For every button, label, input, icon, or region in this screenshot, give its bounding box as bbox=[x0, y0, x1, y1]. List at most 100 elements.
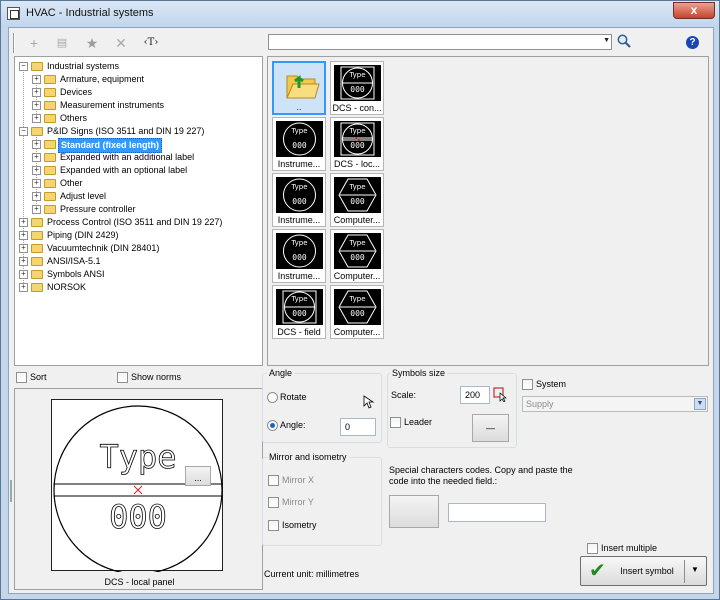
tree-item-label: Piping (DIN 2429) bbox=[47, 230, 119, 240]
search-icon[interactable] bbox=[616, 33, 632, 49]
system-checkbox[interactable] bbox=[522, 379, 533, 390]
expand-icon[interactable]: + bbox=[32, 114, 41, 123]
tree-item[interactable]: + Symbols ANSI bbox=[15, 268, 260, 281]
angle-label: Angle: bbox=[280, 420, 306, 430]
tree-item[interactable]: + Expanded with an optional label bbox=[15, 164, 260, 177]
scale-input[interactable]: 200 bbox=[460, 386, 490, 404]
mirror-x-checkbox[interactable] bbox=[268, 475, 279, 486]
close-button[interactable]: x bbox=[673, 2, 715, 19]
search-input[interactable] bbox=[269, 35, 597, 49]
system-select[interactable]: Supply ▼ bbox=[522, 396, 708, 412]
collapse-icon[interactable]: − bbox=[19, 62, 28, 71]
tree-item[interactable]: + Devices bbox=[15, 86, 260, 99]
tree-item[interactable]: − P&ID Signs (ISO 3511 and DIN 19 227) bbox=[15, 125, 260, 138]
folder-icon bbox=[44, 179, 56, 188]
collapse-icon[interactable]: − bbox=[19, 127, 28, 136]
chevron-down-icon[interactable]: ▼ bbox=[694, 398, 706, 410]
tree-item-label: NORSOK bbox=[47, 282, 87, 292]
symbol-cell[interactable]: Type 000 DCS - con... bbox=[330, 61, 384, 115]
expand-icon[interactable]: + bbox=[32, 101, 41, 110]
angle-radio[interactable] bbox=[267, 420, 278, 431]
tree-item[interactable]: + Process Control (ISO 3511 and DIN 19 22… bbox=[15, 216, 260, 229]
symbol-cell[interactable]: Type 000 Computer... bbox=[330, 173, 384, 227]
expand-icon[interactable]: + bbox=[32, 192, 41, 201]
symbol-cell[interactable]: Type 000 Instrume... bbox=[272, 229, 326, 283]
properties-button[interactable]: ▤ bbox=[51, 33, 73, 53]
symbol-caption: Computer... bbox=[333, 327, 381, 337]
angle-input[interactable]: 0 bbox=[340, 418, 376, 436]
insert-symbol-button[interactable]: ✔ Insert symbol ▼ bbox=[580, 556, 707, 586]
insert-symbol-label: Insert symbol bbox=[620, 566, 674, 576]
symbol-cell[interactable]: Type 000 DCS - loc... bbox=[330, 117, 384, 171]
leader-style-button[interactable]: — bbox=[472, 414, 509, 442]
expand-icon[interactable]: + bbox=[32, 88, 41, 97]
splitter-handle[interactable] bbox=[10, 480, 12, 502]
expand-icon[interactable]: + bbox=[19, 270, 28, 279]
tree-item[interactable]: + Armature, equipment bbox=[15, 73, 260, 86]
mirror-y-checkbox[interactable] bbox=[268, 497, 279, 508]
expand-icon[interactable]: + bbox=[32, 75, 41, 84]
svg-text:000: 000 bbox=[292, 309, 307, 318]
insert-dropdown-arrow-icon[interactable]: ▼ bbox=[691, 565, 699, 574]
mouse-cursor-icon bbox=[363, 395, 375, 409]
tree-item-label: Expanded with an optional label bbox=[60, 165, 188, 175]
leader-checkbox[interactable] bbox=[390, 417, 401, 428]
tree-item[interactable]: + Pressure controller bbox=[15, 203, 260, 216]
symbol-cell[interactable]: .. bbox=[272, 61, 326, 115]
symbol-grid[interactable]: .. Type 000 DCS - con... Type 000 Instrume... T… bbox=[267, 56, 709, 366]
tree-item[interactable]: + Measurement instruments bbox=[15, 99, 260, 112]
help-icon[interactable]: ? bbox=[686, 36, 699, 49]
tree-item[interactable]: + Standard (fixed length) bbox=[15, 138, 260, 153]
search-dropdown-arrow-icon[interactable]: ▼ bbox=[603, 37, 610, 44]
svg-text:Type: Type bbox=[348, 239, 365, 247]
tree-item[interactable]: − Industrial systems bbox=[15, 60, 260, 73]
rotate-radio[interactable] bbox=[267, 392, 278, 403]
tree-item[interactable]: + Piping (DIN 2429) bbox=[15, 229, 260, 242]
expand-icon[interactable]: + bbox=[19, 257, 28, 266]
symbol-cell[interactable]: Type 000 Instrume... bbox=[272, 117, 326, 171]
tree-item[interactable]: + Others bbox=[15, 112, 260, 125]
toolbar-grip[interactable] bbox=[13, 33, 15, 53]
expand-icon[interactable]: + bbox=[32, 153, 41, 162]
category-tree[interactable]: − Industrial systems + Armature, equipment +… bbox=[14, 56, 263, 366]
symbol-cell[interactable]: Type 000 Computer... bbox=[330, 285, 384, 339]
symbol-cell[interactable]: Type 000 DCS - field bbox=[272, 285, 326, 339]
up-folder-icon bbox=[277, 66, 324, 102]
expand-icon[interactable]: + bbox=[32, 140, 41, 149]
tree-item[interactable]: + ANSI/ISA-5.1 bbox=[15, 255, 260, 268]
symbol-cell[interactable]: Type 000 Computer... bbox=[330, 229, 384, 283]
mirror-x-label: Mirror X bbox=[282, 475, 314, 485]
expand-icon[interactable]: + bbox=[19, 244, 28, 253]
tree-item[interactable]: + Adjust level bbox=[15, 190, 260, 203]
expand-icon[interactable]: + bbox=[19, 283, 28, 292]
tree-item[interactable]: + NORSOK bbox=[15, 281, 260, 294]
tree-item[interactable]: + Expanded with an additional label bbox=[15, 151, 260, 164]
tree-item[interactable]: + Vacuumtechnik (DIN 28401) bbox=[15, 242, 260, 255]
favorite-star-button[interactable]: ★ bbox=[81, 33, 103, 53]
folder-icon bbox=[31, 127, 43, 136]
tree-item-label: Industrial systems bbox=[47, 61, 120, 71]
special-char-button[interactable] bbox=[389, 495, 439, 528]
expand-icon[interactable]: + bbox=[32, 205, 41, 214]
tree-item-label: Measurement instruments bbox=[60, 100, 165, 110]
expand-icon[interactable]: + bbox=[32, 166, 41, 175]
insert-multiple-checkbox[interactable] bbox=[587, 543, 598, 554]
isometry-checkbox[interactable] bbox=[268, 520, 279, 531]
special-code-field[interactable] bbox=[448, 503, 546, 522]
expand-icon[interactable]: + bbox=[32, 179, 41, 188]
tree-item[interactable]: + Other bbox=[15, 177, 260, 190]
show-norms-checkbox[interactable] bbox=[117, 372, 128, 383]
folder-icon bbox=[44, 153, 56, 162]
expand-icon[interactable]: + bbox=[19, 231, 28, 240]
scale-pick-icon[interactable] bbox=[493, 387, 509, 402]
add-symbol-button[interactable]: + bbox=[23, 33, 45, 53]
sort-checkbox[interactable] bbox=[16, 372, 27, 383]
symbol-cell[interactable]: Type 000 Instrume... bbox=[272, 173, 326, 227]
text-tag-button[interactable]: ‹T› bbox=[140, 33, 162, 53]
system-select-value: Supply bbox=[526, 399, 554, 409]
delete-button[interactable]: ✕ bbox=[110, 33, 132, 53]
symbol-caption: DCS - loc... bbox=[333, 159, 380, 169]
expand-icon[interactable]: + bbox=[19, 218, 28, 227]
search-combo[interactable]: ▼ bbox=[268, 34, 612, 50]
preview-more-button[interactable]: ... bbox=[185, 466, 211, 486]
